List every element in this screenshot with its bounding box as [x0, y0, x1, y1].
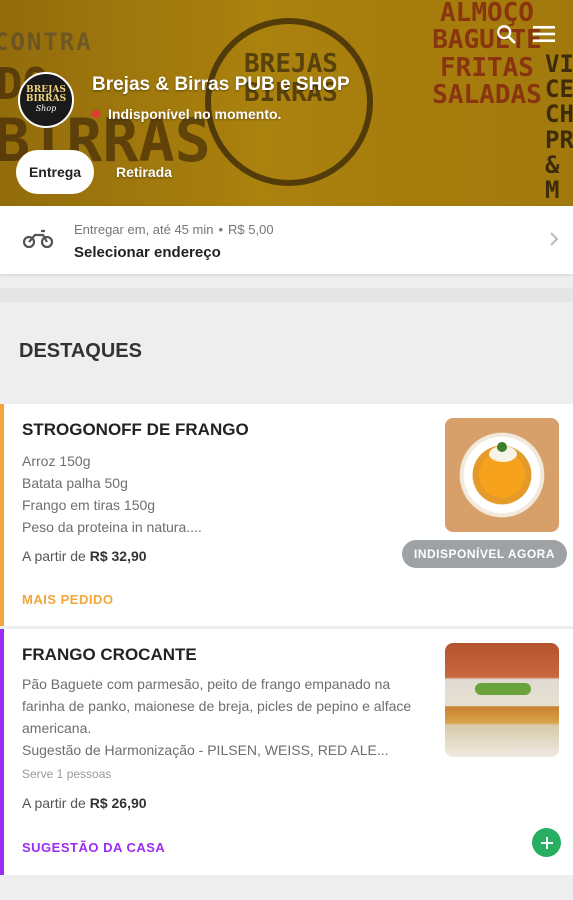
- page-footer-space: [0, 875, 573, 900]
- description-line: Peso da proteina in natura....: [22, 519, 202, 535]
- tab-retirada[interactable]: Retirada: [108, 150, 180, 194]
- product-tag: SUGESTÃO DA CASA: [22, 840, 166, 855]
- product-description: Arroz 150g Batata palha 50g Frango em ti…: [22, 450, 427, 538]
- product-image[interactable]: [445, 418, 559, 532]
- delivery-time: Entregar em, até 45 min: [74, 222, 214, 237]
- product-card[interactable]: STROGONOFF DE FRANGO Arroz 150g Batata p…: [0, 404, 573, 626]
- menu-button[interactable]: [530, 20, 558, 48]
- tab-entrega[interactable]: Entrega: [16, 150, 94, 194]
- price-value: R$ 26,90: [89, 795, 147, 811]
- delivery-info: Entregar em, até 45 min • R$ 5,00: [74, 222, 274, 237]
- product-description: Pão Baguete com parmesão, peito de frang…: [22, 673, 432, 761]
- store-status: Indisponível no momento.: [92, 106, 281, 122]
- product-image[interactable]: [445, 643, 559, 757]
- logo-text: BREJAS BIRRAS: [25, 85, 67, 105]
- logo-subtext: Shop: [35, 104, 57, 114]
- store-logo: BREJAS BIRRAS Shop: [18, 72, 74, 128]
- search-button[interactable]: [492, 20, 520, 48]
- product-tag: MAIS PEDIDO: [22, 592, 114, 607]
- serves-text: Serve 1 pessoas: [22, 767, 112, 781]
- status-dot-icon: [92, 110, 100, 118]
- product-name: STROGONOFF DE FRANGO: [22, 420, 249, 439]
- description-line: Arroz 150g: [22, 453, 91, 469]
- select-address-link[interactable]: Selecionar endereço: [74, 244, 221, 261]
- plus-icon: [540, 836, 553, 849]
- delivery-fee: R$ 5,00: [228, 222, 274, 237]
- store-header: CONTRA DO BIRRAS ALMOÇO BAGUETE FRITAS S…: [0, 0, 573, 206]
- store-name: Brejas & Birras PUB e SHOP: [92, 74, 350, 95]
- chevron-right-icon: [548, 230, 560, 253]
- product-price: A partir de R$ 32,90: [22, 548, 147, 564]
- harmonization-text: Sugestão de Harmonização - PILSEN, WEISS…: [22, 742, 389, 758]
- product-price: A partir de R$ 26,90: [22, 795, 147, 811]
- price-prefix: A partir de: [22, 548, 86, 564]
- price-value: R$ 32,90: [89, 548, 147, 564]
- motorcycle-icon: [22, 226, 54, 255]
- section-title: DESTAQUES: [19, 340, 142, 362]
- food-garnish: [497, 442, 507, 452]
- product-card[interactable]: FRANGO CROCANTE Pão Baguete com parmesão…: [0, 629, 573, 875]
- description-line: Batata palha 50g: [22, 475, 128, 491]
- delivery-address-row[interactable]: Entregar em, até 45 min • R$ 5,00 Selecion…: [0, 206, 573, 274]
- section-divider: [0, 288, 573, 302]
- menu-icon: [533, 26, 555, 42]
- food-garnish: [475, 683, 531, 695]
- add-to-cart-button[interactable]: [532, 828, 561, 857]
- description-text: Pão Baguete com parmesão, peito de frang…: [22, 676, 412, 736]
- delivery-separator: •: [218, 222, 224, 237]
- description-line: Frango em tiras 150g: [22, 497, 156, 513]
- unavailable-badge: INDISPONÍVEL AGORA: [402, 540, 568, 568]
- search-icon: [497, 25, 516, 44]
- product-name: FRANGO CROCANTE: [22, 645, 197, 664]
- status-text: Indisponível no momento.: [108, 106, 282, 122]
- price-prefix: A partir de: [22, 795, 86, 811]
